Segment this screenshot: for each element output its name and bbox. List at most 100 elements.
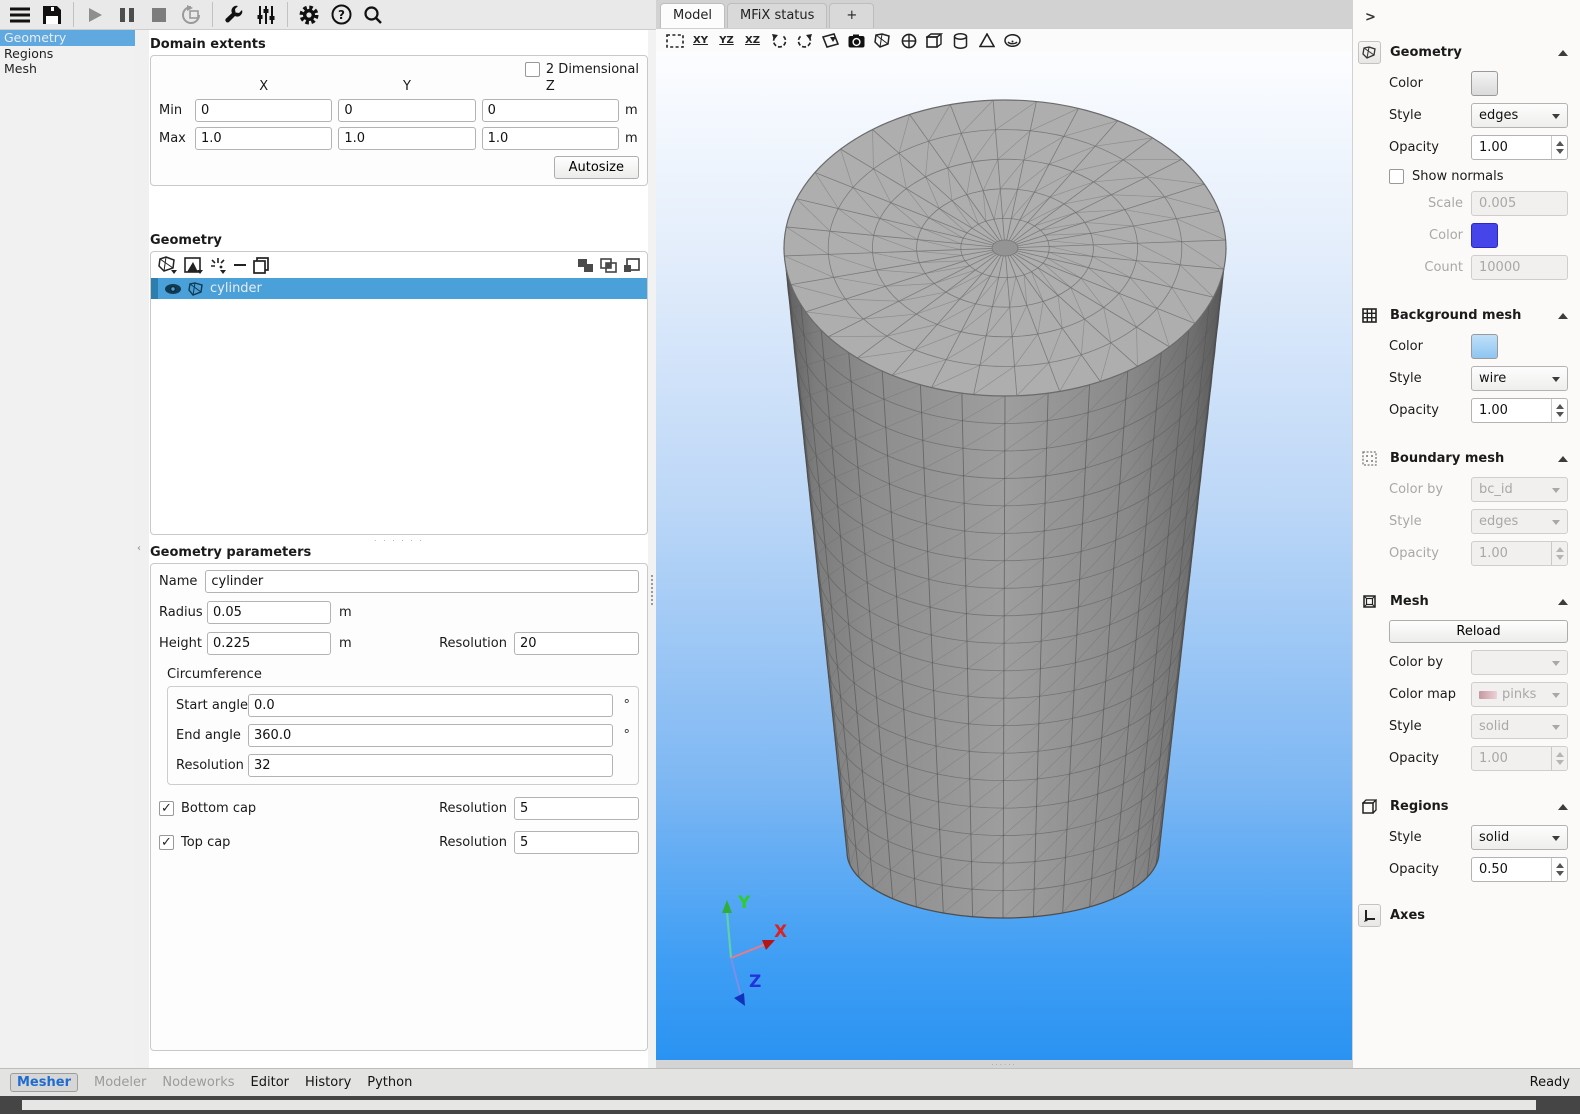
boundary-mesh-opacity-spinbox: 1.00 bbox=[1471, 541, 1568, 566]
settings-button[interactable] bbox=[293, 1, 325, 28]
box-widget-button[interactable] bbox=[923, 31, 946, 51]
difference-button[interactable] bbox=[623, 258, 640, 273]
tab-model[interactable]: Model bbox=[660, 3, 725, 28]
add-filter-button[interactable] bbox=[184, 257, 203, 274]
zmin-input[interactable] bbox=[482, 99, 619, 122]
search-button[interactable] bbox=[357, 1, 389, 28]
copy-geometry-button[interactable] bbox=[253, 257, 269, 274]
sidebar-item-geometry[interactable]: Geometry bbox=[0, 30, 135, 46]
top-cap-resolution-input[interactable] bbox=[514, 831, 639, 854]
mesh-props-header[interactable]: Mesh bbox=[1358, 590, 1572, 613]
stop-icon bbox=[151, 7, 167, 23]
mode-python[interactable]: Python bbox=[367, 1075, 412, 1090]
collapse-arrow-icon[interactable] bbox=[1558, 599, 1568, 605]
collapse-arrow-icon[interactable] bbox=[1558, 804, 1568, 810]
bottom-cap-label: Bottom cap bbox=[181, 801, 256, 816]
ymax-input[interactable] bbox=[338, 127, 475, 150]
pause-button[interactable] bbox=[111, 1, 143, 28]
sidebar-item-mesh[interactable]: Mesh bbox=[0, 61, 135, 77]
rotate-cw-button[interactable] bbox=[793, 31, 816, 51]
parameters-button[interactable] bbox=[250, 1, 282, 28]
geometry-opacity-spinbox[interactable]: 1.00 bbox=[1471, 135, 1568, 160]
sidebar-item-regions[interactable]: Regions bbox=[0, 46, 135, 62]
name-input[interactable] bbox=[205, 570, 639, 593]
circumference-resolution-input[interactable] bbox=[248, 754, 613, 777]
add-geometry-button[interactable] bbox=[158, 256, 178, 274]
start-angle-unit: ° bbox=[618, 698, 630, 713]
cone-widget-button[interactable] bbox=[975, 31, 998, 51]
geometry-tree-item-cylinder[interactable]: cylinder bbox=[151, 278, 647, 299]
remove-geometry-button[interactable] bbox=[233, 258, 247, 272]
zmax-input[interactable] bbox=[482, 127, 619, 150]
wizard-button[interactable] bbox=[209, 257, 227, 274]
collapse-arrow-icon[interactable] bbox=[1558, 313, 1568, 319]
visibility-button[interactable] bbox=[1001, 31, 1024, 51]
build-button[interactable] bbox=[218, 1, 250, 28]
view-yz-button[interactable]: YZ bbox=[715, 31, 738, 51]
normals-color-swatch[interactable] bbox=[1471, 223, 1498, 248]
geometry-color-swatch[interactable] bbox=[1471, 71, 1498, 96]
top-cap-checkbox[interactable] bbox=[159, 835, 174, 850]
geometry-cube-icon bbox=[1358, 41, 1381, 64]
panel-splitter[interactable] bbox=[648, 30, 656, 1068]
collapse-arrow-icon[interactable] bbox=[1558, 50, 1568, 56]
reload-button[interactable]: Reload bbox=[1389, 620, 1568, 643]
geometry-style-dropdown[interactable]: edges bbox=[1471, 103, 1568, 128]
geometry-visible-button[interactable] bbox=[871, 31, 894, 51]
reset-button[interactable] bbox=[175, 1, 207, 28]
xmax-input[interactable] bbox=[195, 127, 332, 150]
perspective-button[interactable] bbox=[819, 31, 842, 51]
viewport-bottom-splitter[interactable]: ...... bbox=[656, 1060, 1352, 1068]
visibility-eye-icon[interactable] bbox=[164, 283, 182, 295]
show-normals-checkbox[interactable] bbox=[1389, 169, 1404, 184]
splitter-handle[interactable]: . . . . . . bbox=[150, 535, 648, 543]
boundary-mesh-header[interactable]: Boundary mesh bbox=[1358, 447, 1572, 470]
background-mesh-header[interactable]: Background mesh bbox=[1358, 304, 1572, 327]
bottom-cap-resolution-input[interactable] bbox=[514, 797, 639, 820]
two-dimensional-checkbox[interactable] bbox=[525, 62, 540, 77]
xmin-input[interactable] bbox=[195, 99, 332, 122]
collapse-panel-icon[interactable]: > bbox=[1365, 10, 1381, 25]
view-xz-button[interactable]: XZ bbox=[741, 31, 764, 51]
view-xy-button[interactable]: XY bbox=[689, 31, 712, 51]
sphere-widget-button[interactable] bbox=[897, 31, 920, 51]
bottom-cap-checkbox[interactable] bbox=[159, 801, 174, 816]
screenshot-button[interactable] bbox=[845, 31, 868, 51]
column-y-label: Y bbox=[338, 79, 475, 94]
axes-props-header[interactable]: Axes bbox=[1358, 904, 1572, 927]
help-button[interactable]: ? bbox=[325, 1, 357, 28]
boundary-mesh-title: Boundary mesh bbox=[1390, 451, 1549, 466]
stop-button[interactable] bbox=[143, 1, 175, 28]
background-mesh-opacity-spinbox[interactable]: 1.00 bbox=[1471, 398, 1568, 423]
background-mesh-style-dropdown[interactable]: wire bbox=[1471, 366, 1568, 391]
height-resolution-input[interactable] bbox=[514, 632, 639, 655]
radius-input[interactable] bbox=[207, 601, 331, 624]
menu-button[interactable] bbox=[4, 1, 36, 28]
ymin-input[interactable] bbox=[338, 99, 475, 122]
union-button[interactable] bbox=[577, 258, 594, 273]
mode-history[interactable]: History bbox=[305, 1075, 351, 1090]
height-input[interactable] bbox=[207, 632, 331, 655]
grid-icon bbox=[1358, 304, 1381, 327]
end-angle-input[interactable] bbox=[248, 724, 613, 747]
regions-style-dropdown[interactable]: solid bbox=[1471, 825, 1568, 850]
cylinder-widget-button[interactable] bbox=[949, 31, 972, 51]
rotate-ccw-button[interactable] bbox=[767, 31, 790, 51]
autosize-button[interactable]: Autosize bbox=[554, 156, 639, 179]
start-angle-input[interactable] bbox=[248, 694, 613, 717]
background-mesh-color-swatch[interactable] bbox=[1471, 334, 1498, 359]
mode-editor[interactable]: Editor bbox=[251, 1075, 289, 1090]
intersect-button[interactable] bbox=[600, 258, 617, 273]
fit-view-button[interactable] bbox=[663, 31, 686, 51]
tab-mfix-status[interactable]: MFiX status bbox=[727, 3, 827, 28]
render-canvas[interactable]: Y X Z bbox=[656, 52, 1352, 1060]
collapse-arrow-icon[interactable] bbox=[1558, 456, 1568, 462]
run-button[interactable] bbox=[79, 1, 111, 28]
regions-opacity-spinbox[interactable]: 0.50 bbox=[1471, 857, 1568, 882]
geometry-props-header[interactable]: Geometry bbox=[1358, 41, 1572, 64]
mode-mesher[interactable]: Mesher bbox=[10, 1073, 78, 1092]
regions-props-header[interactable]: Regions bbox=[1358, 795, 1572, 818]
tab-add[interactable]: + bbox=[829, 3, 874, 28]
collapse-left-icon[interactable]: ‹ bbox=[137, 543, 141, 554]
save-button[interactable] bbox=[36, 1, 68, 28]
